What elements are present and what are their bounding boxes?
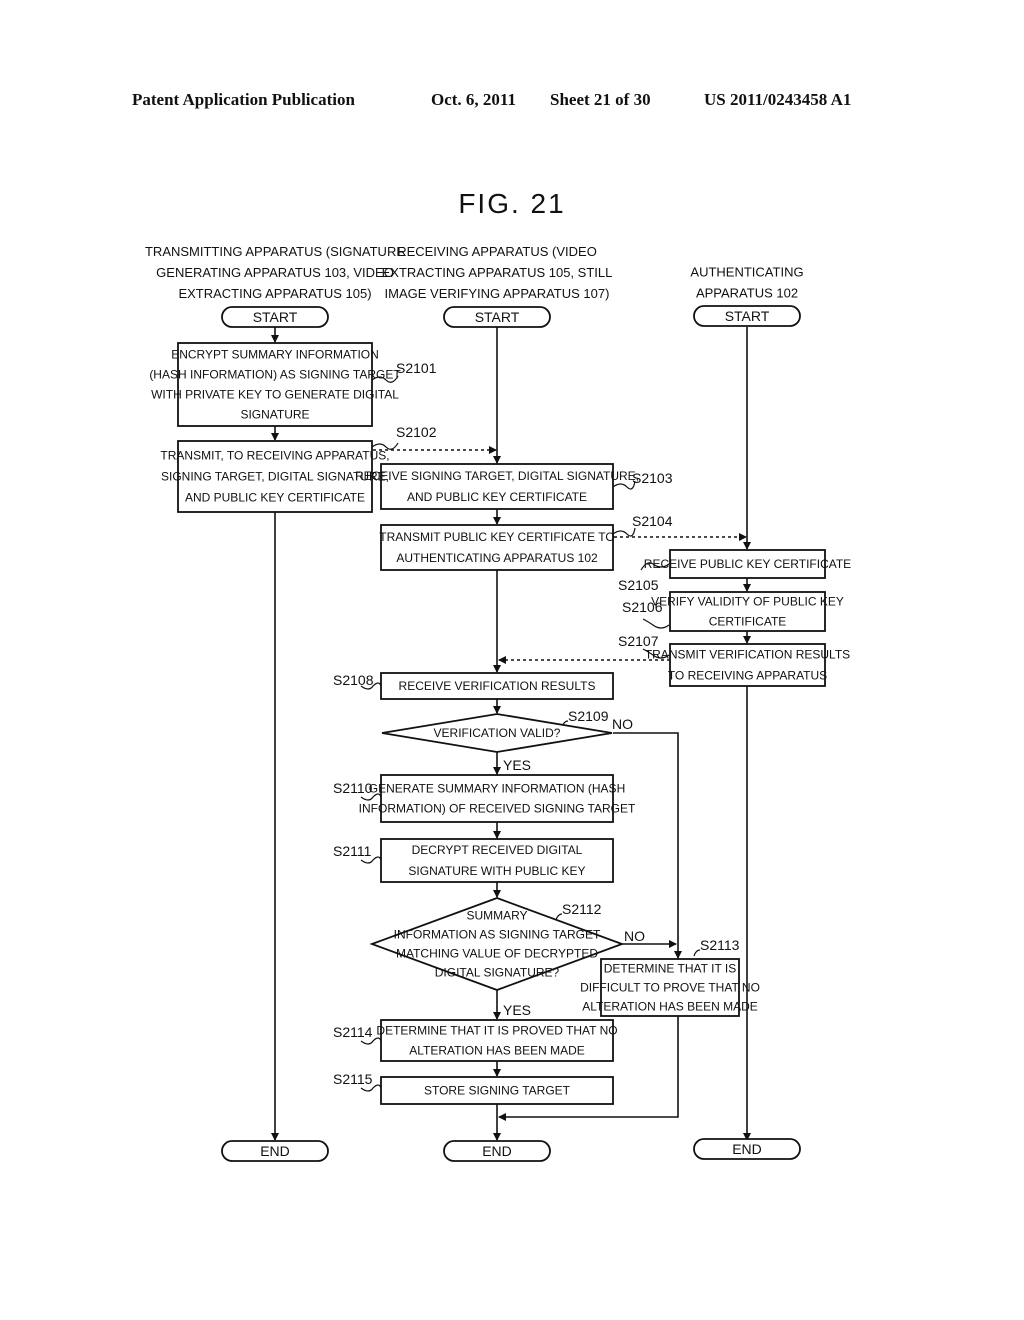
end-terminal-transmitting-label: END [260, 1143, 290, 1159]
process-text-s2114: ALTERATION HAS BEEN MADE [409, 1044, 585, 1058]
step-id-s2114: S2114 [333, 1024, 373, 1040]
end-terminal-receiving-label: END [482, 1143, 512, 1159]
process-text-s2106: CERTIFICATE [709, 615, 787, 629]
step-id-s2102: S2102 [396, 424, 437, 440]
lane-title-receiving: EXTRACTING APPARATUS 105, STILL [382, 265, 613, 280]
no-label-s2112: NO [624, 928, 645, 944]
decision-text-s2109: VERIFICATION VALID? [434, 726, 561, 740]
process-text-s2110: INFORMATION) OF RECEIVED SIGNING TARGET [359, 802, 636, 816]
decision-text-s2112: MATCHING VALUE OF DECRYPTED [396, 947, 598, 961]
process-text-s2101: (HASH INFORMATION) AS SIGNING TARGET [149, 368, 401, 382]
step-id-s2106: S2106 [622, 599, 663, 615]
start-terminal-authenticating-label: START [725, 308, 770, 324]
lane-title-transmitting: TRANSMITTING APPARATUS (SIGNATURE [145, 244, 405, 259]
yes-label-s2109: YES [503, 757, 531, 773]
process-text-s2108: RECEIVE VERIFICATION RESULTS [399, 679, 596, 693]
step-id-s2112: S2112 [562, 901, 602, 917]
step-id-s2111: S2111 [333, 843, 372, 859]
yes-label-s2112: YES [503, 1002, 531, 1018]
step-id-s2108: S2108 [333, 672, 374, 688]
no-branch-s2109 [613, 732, 682, 959]
start-terminal-transmitting-label: START [253, 309, 298, 325]
process-text-s2103: RECEIVE SIGNING TARGET, DIGITAL SIGNATUR… [355, 469, 639, 483]
process-text-s2107: TO RECEIVING APPARATUS [668, 669, 827, 683]
process-text-s2104: TRANSMIT PUBLIC KEY CERTIFICATE TO [379, 530, 614, 544]
process-text-s2113: DIFFICULT TO PROVE THAT NO [580, 981, 760, 995]
process-text-s2113: DETERMINE THAT IT IS [604, 962, 736, 976]
leader-s2104 [612, 527, 636, 537]
process-text-s2103: AND PUBLIC KEY CERTIFICATE [407, 490, 587, 504]
lane-title-authenticating: AUTHENTICATING [690, 265, 803, 280]
process-text-s2111: SIGNATURE WITH PUBLIC KEY [408, 864, 585, 878]
step-id-s2110: S2110 [333, 780, 373, 796]
process-text-s2102: AND PUBLIC KEY CERTIFICATE [185, 491, 365, 505]
decision-text-s2112: INFORMATION AS SIGNING TARGET [394, 928, 601, 942]
no-label-s2109: NO [612, 716, 633, 732]
lane-title-receiving: IMAGE VERIFYING APPARATUS 107) [385, 286, 610, 301]
step-id-s2107: S2107 [618, 633, 659, 649]
process-text-s2101: WITH PRIVATE KEY TO GENERATE DIGITAL [151, 388, 399, 402]
process-text-s2106: VERIFY VALIDITY OF PUBLIC KEY [651, 595, 844, 609]
process-text-s2102: TRANSMIT, TO RECEIVING APPARATUS, [160, 449, 389, 463]
decision-text-s2112: SUMMARY [466, 909, 527, 923]
leader-s2106 [642, 618, 670, 629]
process-text-s2115: STORE SIGNING TARGET [424, 1084, 571, 1098]
process-text-s2110: GENERATE SUMMARY INFORMATION (HASH [369, 782, 625, 796]
step-id-s2105: S2105 [618, 577, 659, 593]
lane-title-receiving: RECEIVING APPARATUS (VIDEO [397, 244, 597, 259]
process-text-s2111: DECRYPT RECEIVED DIGITAL [412, 843, 583, 857]
decision-text-s2112: DIGITAL SIGNATURE? [435, 966, 560, 980]
flowchart: TRANSMITTING APPARATUS (SIGNATURE GENERAT… [145, 244, 851, 1162]
step-id-s2115: S2115 [333, 1071, 373, 1087]
step-id-s2103: S2103 [632, 470, 673, 486]
process-text-s2114: DETERMINE THAT IT IS PROVED THAT NO [376, 1024, 617, 1038]
lane-title-transmitting: GENERATING APPARATUS 103, VIDEO [156, 265, 394, 280]
process-text-s2104: AUTHENTICATING APPARATUS 102 [396, 551, 598, 565]
process-text-s2113: ALTERATION HAS BEEN MADE [582, 1000, 758, 1014]
step-id-s2113: S2113 [700, 937, 740, 953]
process-text-s2101: SIGNATURE [240, 408, 309, 422]
lane-title-transmitting: EXTRACTING APPARATUS 105) [178, 286, 371, 301]
process-text-s2101: ENCRYPT SUMMARY INFORMATION [171, 348, 379, 362]
step-id-s2101: S2101 [396, 360, 437, 376]
lane-title-authenticating: APPARATUS 102 [696, 286, 798, 301]
process-text-s2105: RECEIVE PUBLIC KEY CERTIFICATE [644, 557, 851, 571]
start-terminal-receiving-label: START [475, 309, 520, 325]
step-id-s2104: S2104 [632, 513, 673, 529]
process-text-s2107: TRANSMIT VERIFICATION RESULTS [645, 648, 850, 662]
end-terminal-authenticating-label: END [732, 1141, 762, 1157]
step-id-s2109: S2109 [568, 708, 609, 724]
